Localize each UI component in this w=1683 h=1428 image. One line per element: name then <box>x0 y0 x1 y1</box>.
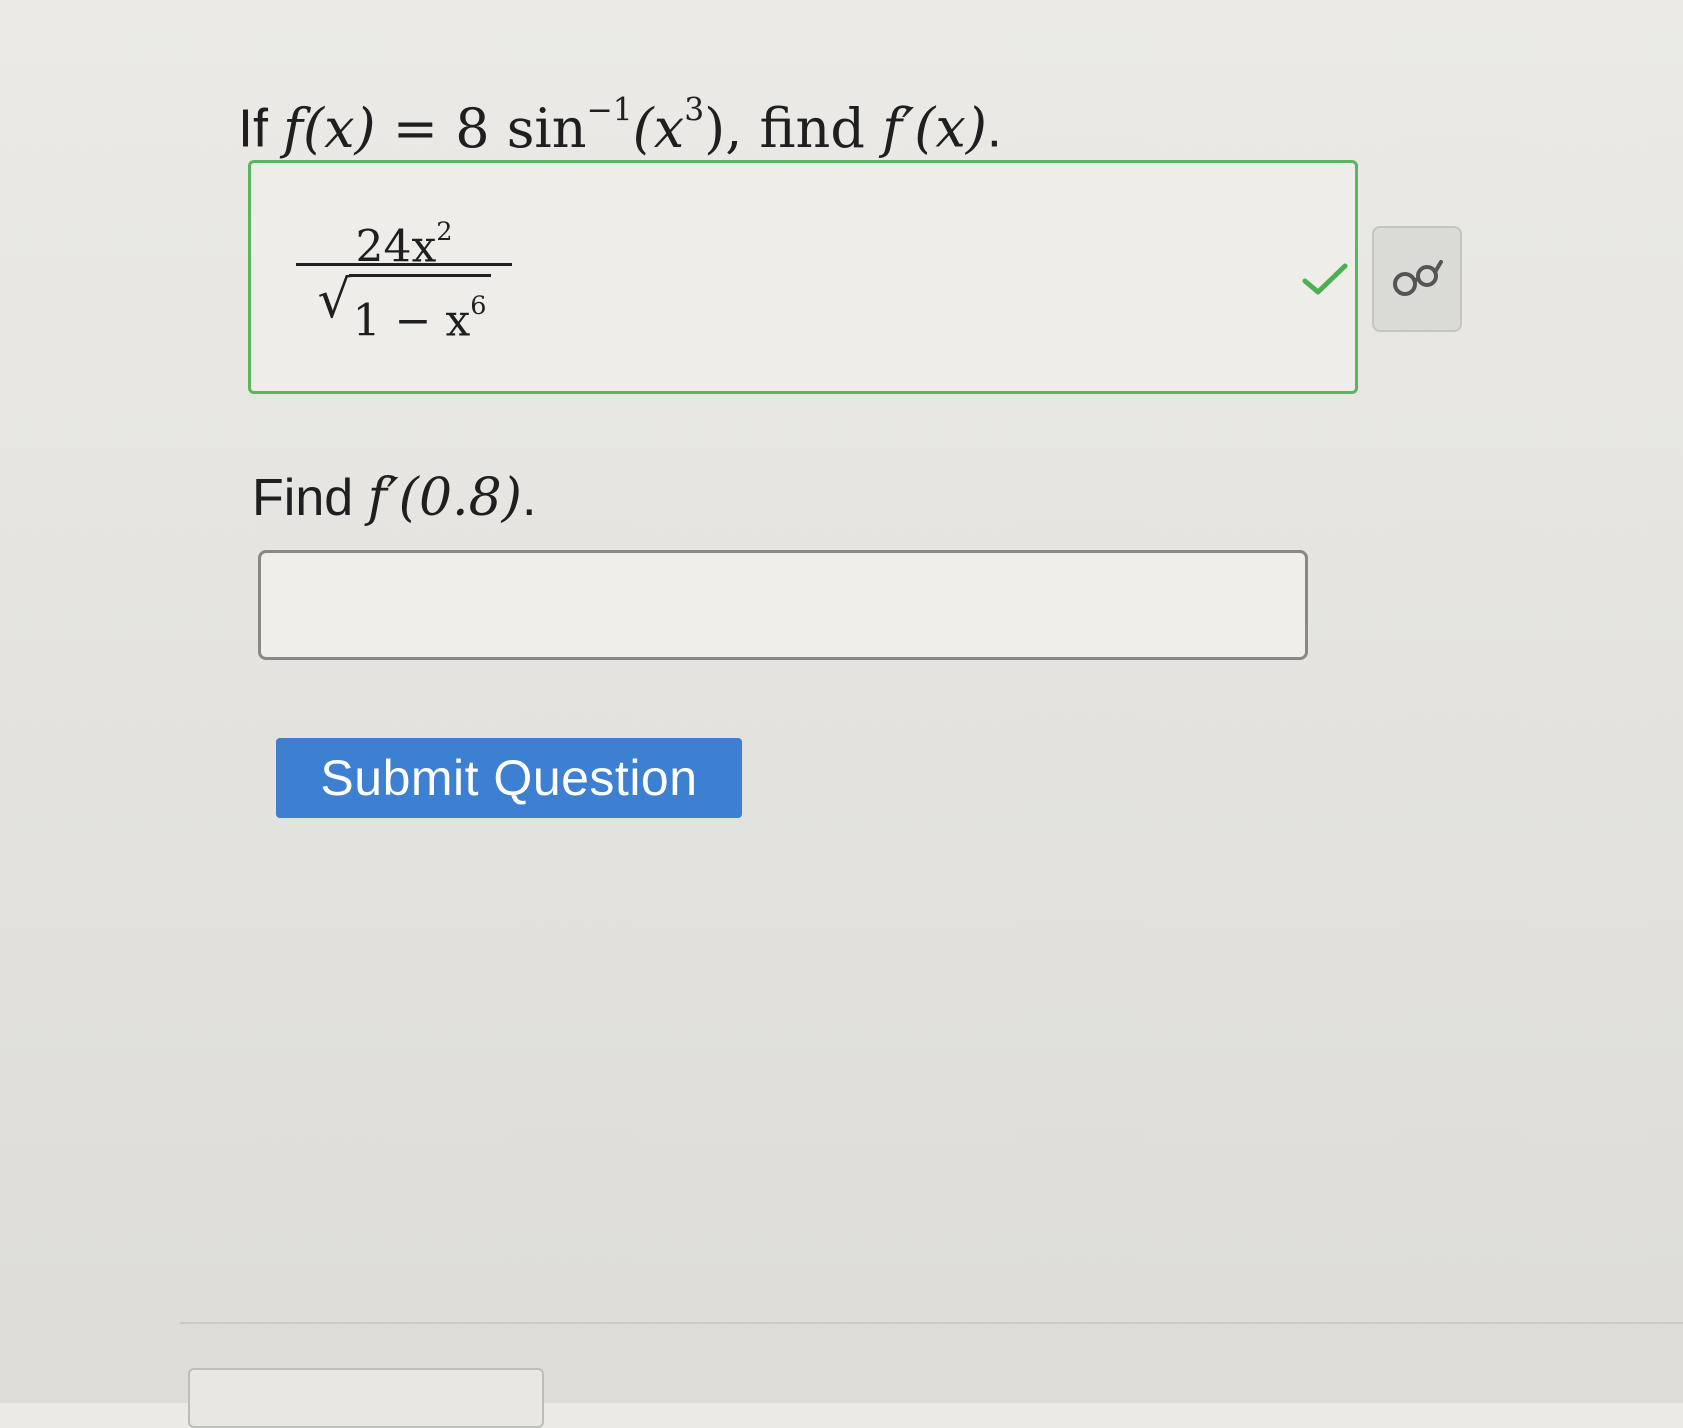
question-target: f′(x) <box>882 96 987 160</box>
question2-label: Find <box>252 469 354 527</box>
denominator-base: 1 − x <box>352 295 471 347</box>
function-arg-exponent: 3 <box>684 92 705 128</box>
numerator-exponent: 2 <box>436 217 453 247</box>
question2-expression: f′(0.8) <box>367 468 522 528</box>
function-equals: = 8 sin <box>392 96 587 160</box>
radical-symbol: √ <box>317 270 351 330</box>
function-arg-open: (x <box>632 96 685 160</box>
preview-glasses-icon <box>1393 260 1443 296</box>
question-function: f(x) = 8 sin−1(x3), find <box>283 92 882 160</box>
correct-check-icon <box>1302 263 1348 295</box>
question-intro: If <box>238 98 269 159</box>
fraction-numerator: 24x2 <box>296 203 512 273</box>
section-divider <box>180 1322 1683 1324</box>
denominator-exponent: 6 <box>470 291 487 321</box>
answer-fraction: 24x2 √1 − x6 <box>296 203 512 347</box>
numerator-base: 24x <box>355 221 437 273</box>
question-prompt: If f(x) = 8 sin−1(x3), find f′(x). <box>238 70 1002 169</box>
answer-field-value[interactable] <box>258 550 1308 660</box>
answer-field-derivative[interactable]: 24x2 √1 − x6 <box>248 160 1358 394</box>
function-name: f(x) <box>283 96 376 160</box>
question2-period: . <box>521 469 537 527</box>
inverse-exponent: −1 <box>586 92 633 128</box>
submit-question-button[interactable]: Submit Question <box>276 738 742 818</box>
question-period: . <box>986 98 1002 159</box>
function-arg-close: ), find <box>704 96 865 160</box>
question2-prompt: Find f′(0.8). <box>252 460 536 536</box>
lower-panel <box>188 1368 544 1428</box>
fraction-denominator: √1 − x6 <box>296 270 512 347</box>
radicand: 1 − x6 <box>348 274 491 351</box>
preview-button[interactable] <box>1372 226 1462 332</box>
